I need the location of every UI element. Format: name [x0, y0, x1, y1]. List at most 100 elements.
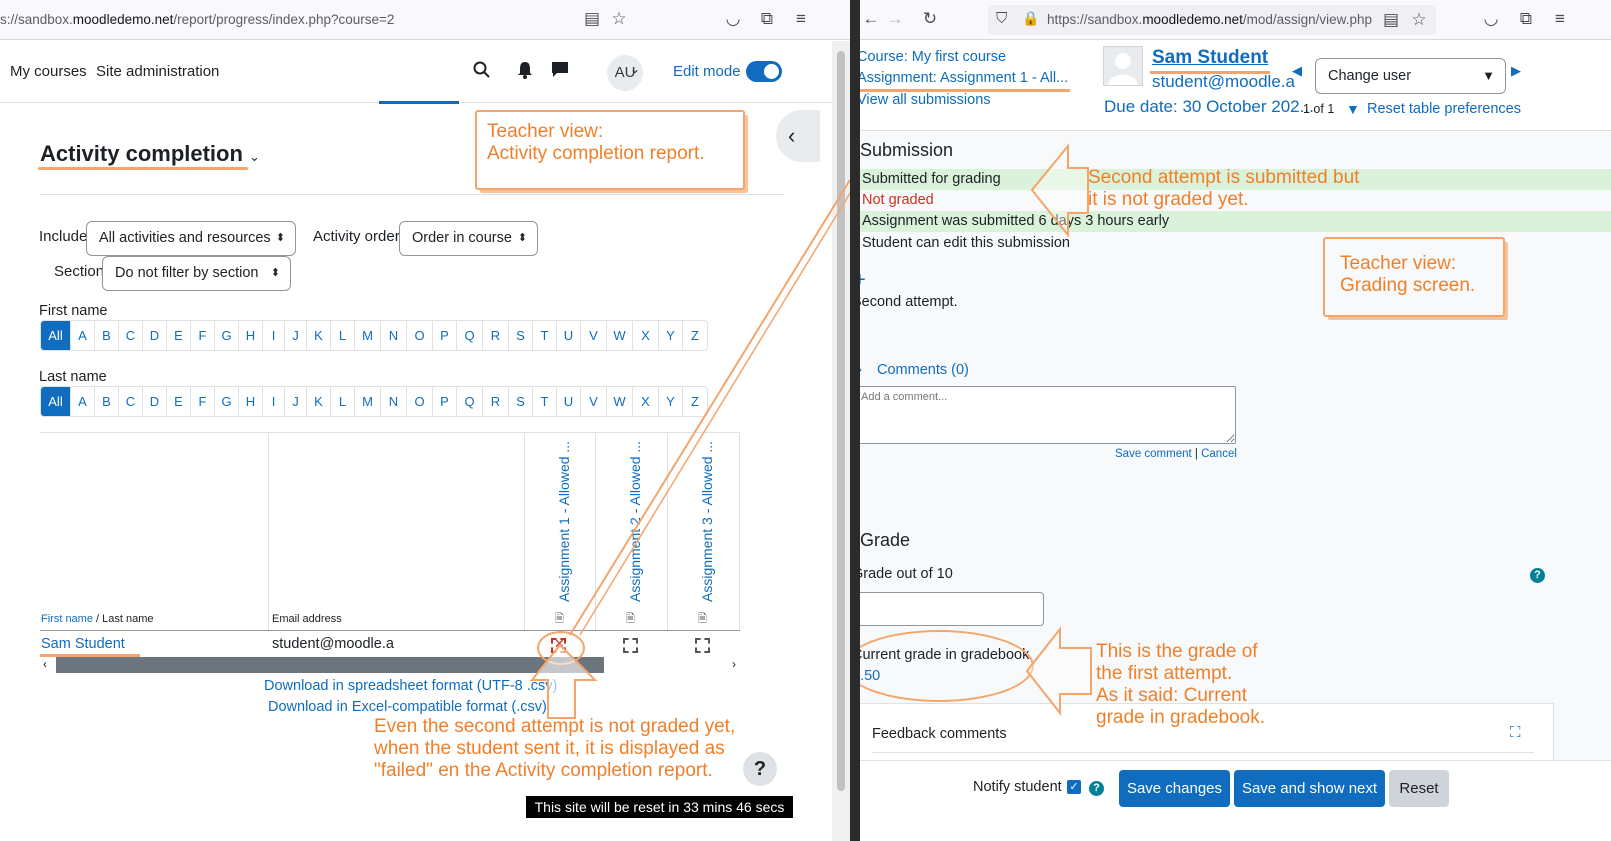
initial-filter-g[interactable]: G	[215, 387, 239, 416]
initial-filter-g[interactable]: G	[215, 321, 239, 350]
initial-filter-h[interactable]: H	[239, 387, 263, 416]
chevron-down-icon[interactable]: ⌄	[630, 62, 640, 76]
left-url-bar[interactable]: s://sandbox.moodledemo.net/report/progre…	[0, 12, 394, 27]
initial-filter-c[interactable]: C	[119, 321, 143, 350]
course-link[interactable]: Course: My first course	[860, 49, 1006, 65]
download-excel-link[interactable]: Download in Excel-compatible format (.cs…	[268, 699, 547, 715]
nav-site-administration[interactable]: Site administration	[96, 63, 219, 80]
chevron-right-icon[interactable]: ›	[860, 361, 862, 378]
download-csv-link[interactable]: Download in spreadsheet format (UTF-8 .c…	[264, 678, 557, 694]
assignment-link[interactable]: Assignment: Assignment 1 - All...	[860, 70, 1068, 86]
initial-filter-f[interactable]: F	[191, 387, 215, 416]
initial-filter-r[interactable]: R	[483, 321, 509, 350]
pocket-icon[interactable]: ◡	[1480, 8, 1502, 30]
initial-filter-o[interactable]: O	[407, 321, 433, 350]
cancel-comment-link[interactable]: Cancel	[1201, 448, 1237, 460]
help-icon[interactable]: ?	[1089, 781, 1104, 796]
initial-filter-t[interactable]: T	[533, 387, 557, 416]
initial-filter-b[interactable]: B	[95, 321, 119, 350]
messages-icon[interactable]	[551, 61, 569, 78]
next-user-icon[interactable]: ▶	[1511, 63, 1521, 79]
horizontal-scrollbar[interactable]: ‹ ›	[40, 657, 740, 673]
initial-filter-e[interactable]: E	[167, 387, 191, 416]
save-comment-link[interactable]: Save comment	[1115, 448, 1192, 460]
initial-filter-all[interactable]: All	[41, 387, 71, 416]
initial-filter-l[interactable]: L	[331, 387, 355, 416]
previous-user-icon[interactable]: ◀	[1292, 63, 1302, 79]
initial-filter-d[interactable]: D	[143, 387, 167, 416]
initial-filter-q[interactable]: Q	[457, 387, 483, 416]
initial-filter-p[interactable]: P	[433, 387, 457, 416]
bookmark-star-icon[interactable]: ☆	[608, 8, 630, 30]
initial-filter-i[interactable]: I	[263, 387, 285, 416]
initial-filter-j[interactable]: J	[285, 321, 307, 350]
view-all-submissions-link[interactable]: View all submissions	[860, 92, 991, 108]
help-icon[interactable]: ?	[1530, 568, 1545, 583]
initial-filter-f[interactable]: F	[191, 321, 215, 350]
reset-table-preferences-link[interactable]: Reset table preferences	[1367, 101, 1521, 117]
initial-filter-m[interactable]: M	[355, 321, 381, 350]
initial-filter-k[interactable]: K	[307, 387, 331, 416]
initial-filter-o[interactable]: O	[407, 387, 433, 416]
initial-filter-a[interactable]: A	[71, 387, 95, 416]
grade-input[interactable]	[860, 592, 1044, 626]
initial-filter-t[interactable]: T	[533, 321, 557, 350]
include-select[interactable]: All activities and resources ⬍	[86, 221, 296, 256]
initial-filter-j[interactable]: J	[285, 387, 307, 416]
initial-filter-c[interactable]: C	[119, 387, 143, 416]
activity-order-select[interactable]: Order in course ⬍	[399, 221, 538, 256]
lock-icon[interactable]: 🔒	[1022, 10, 1039, 27]
drawer-toggle-button[interactable]: ‹	[776, 110, 820, 162]
initial-filter-m[interactable]: M	[355, 387, 381, 416]
edit-mode-toggle[interactable]	[746, 61, 782, 82]
notify-student-checkbox[interactable]: ✓	[1067, 780, 1081, 794]
forward-icon[interactable]: →	[884, 8, 906, 30]
bell-icon[interactable]	[517, 61, 533, 79]
student-name-link[interactable]: Sam Student	[1152, 47, 1268, 69]
comment-textarea[interactable]	[860, 386, 1236, 444]
sort-first-name-link[interactable]: First name	[41, 613, 93, 625]
back-icon[interactable]: ←	[860, 8, 882, 30]
student-name-link[interactable]: Sam Student	[41, 636, 125, 652]
initial-filter-all[interactable]: All	[41, 321, 71, 350]
extensions-icon[interactable]: ⧉	[756, 8, 778, 30]
right-url-bar[interactable]: ⛉ 🔒 https://sandbox.moodledemo.net/mod/a…	[988, 5, 1436, 35]
initial-filter-d[interactable]: D	[143, 321, 167, 350]
change-user-select[interactable]: Change user ▼	[1315, 58, 1506, 94]
shield-icon[interactable]: ⛉	[996, 10, 1007, 27]
menu-icon[interactable]: ≡	[1549, 8, 1571, 30]
reader-view-icon[interactable]: ▤	[1380, 9, 1402, 31]
reset-button[interactable]: Reset	[1389, 770, 1449, 807]
reader-view-icon[interactable]: ▤	[581, 8, 603, 30]
expand-fullscreen-icon[interactable]: ⛶	[1510, 724, 1521, 741]
initial-filter-a[interactable]: A	[71, 321, 95, 350]
initial-filter-b[interactable]: B	[95, 387, 119, 416]
initial-filter-k[interactable]: K	[307, 321, 331, 350]
initial-filter-h[interactable]: H	[239, 321, 263, 350]
section-select[interactable]: Do not filter by section ⬍	[102, 256, 291, 291]
pocket-icon[interactable]: ◡	[722, 8, 744, 30]
initial-filter-e[interactable]: E	[167, 321, 191, 350]
initial-filter-s[interactable]: S	[509, 321, 533, 350]
initial-filter-n[interactable]: N	[381, 387, 407, 416]
help-button[interactable]: ?	[743, 752, 777, 786]
expand-plus-icon[interactable]: +	[860, 269, 866, 292]
initial-filter-p[interactable]: P	[433, 321, 457, 350]
save-changes-button[interactable]: Save changes	[1119, 770, 1230, 807]
initial-filter-i[interactable]: I	[263, 321, 285, 350]
initial-filter-l[interactable]: L	[331, 321, 355, 350]
save-and-show-next-button[interactable]: Save and show next	[1234, 770, 1385, 807]
search-icon[interactable]	[473, 61, 491, 79]
filter-icon[interactable]: ▼	[1346, 101, 1360, 117]
menu-icon[interactable]: ≡	[790, 8, 812, 30]
initial-filter-n[interactable]: N	[381, 321, 407, 350]
reload-icon[interactable]: ↻	[919, 8, 941, 30]
comments-link[interactable]: Comments (0)	[877, 362, 969, 378]
extensions-icon[interactable]: ⧉	[1515, 8, 1537, 30]
bookmark-star-icon[interactable]: ☆	[1408, 9, 1430, 31]
sort-last-name-link[interactable]: Last name	[102, 613, 153, 625]
nav-my-courses[interactable]: My courses	[10, 63, 87, 80]
initial-filter-q[interactable]: Q	[457, 321, 483, 350]
initial-filter-s[interactable]: S	[509, 387, 533, 416]
initial-filter-r[interactable]: R	[483, 387, 509, 416]
